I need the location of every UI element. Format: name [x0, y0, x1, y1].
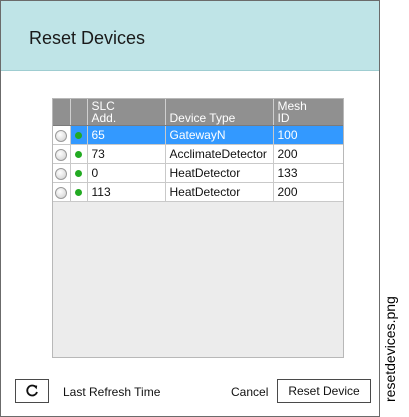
device-type-cell: GatewayN [165, 125, 274, 145]
reset-device-button[interactable]: Reset Device [277, 379, 371, 403]
slc-column-header[interactable]: SLC Add. [87, 99, 166, 126]
status-dot-icon [75, 151, 82, 159]
table-body: 65 GatewayN 100 73 AcclimateDetector 200 0 Heat… [53, 125, 343, 202]
device-type-cell: HeatDetector [165, 182, 274, 202]
row-radio-cell[interactable] [53, 144, 71, 164]
devices-table: SLC Add. Device Type Mesh ID 65 GatewayN 1… [53, 99, 343, 202]
last-refresh-time-label: Last Refresh Time [63, 385, 161, 399]
row-radio-cell[interactable] [53, 125, 71, 145]
mesh-header-line2: ID [277, 111, 290, 125]
radio-column-header [53, 99, 71, 126]
device-type-column-header[interactable]: Device Type [165, 99, 274, 126]
slc-address-cell: 113 [87, 182, 166, 202]
devices-grid: SLC Add. Device Type Mesh ID 65 GatewayN 1… [52, 98, 344, 358]
dialog-header: Reset Devices [1, 1, 379, 71]
table-row[interactable]: 65 GatewayN 100 [53, 125, 343, 145]
mesh-id-cell: 200 [273, 144, 343, 164]
row-status-cell [70, 125, 88, 145]
slc-address-cell: 73 [87, 144, 166, 164]
image-caption: resetdevices.png [382, 296, 398, 402]
row-status-cell [70, 144, 88, 164]
slc-header-line2: Add. [91, 111, 117, 125]
slc-address-cell: 65 [87, 125, 166, 145]
slc-address-cell: 0 [87, 163, 166, 183]
reset-devices-dialog: Reset Devices SLC Add. Device Type Mesh … [0, 0, 380, 417]
device-type-cell: AcclimateDetector [165, 144, 274, 164]
row-select-radio[interactable] [55, 148, 68, 161]
row-status-cell [70, 182, 88, 202]
row-select-radio[interactable] [55, 167, 68, 180]
status-dot-icon [75, 132, 82, 140]
status-dot-icon [75, 189, 82, 197]
refresh-button[interactable] [15, 379, 49, 403]
row-select-radio[interactable] [55, 129, 68, 142]
row-radio-cell[interactable] [53, 182, 71, 202]
mesh-id-column-header[interactable]: Mesh ID [273, 99, 343, 126]
mesh-id-cell: 100 [273, 125, 343, 145]
status-column-header [70, 99, 88, 126]
table-row[interactable]: 0 HeatDetector 133 [53, 163, 343, 183]
refresh-icon [26, 384, 38, 397]
status-dot-icon [75, 170, 82, 178]
cancel-button[interactable]: Cancel [231, 385, 268, 399]
row-status-cell [70, 163, 88, 183]
table-row[interactable]: 113 HeatDetector 200 [53, 182, 343, 202]
device-type-cell: HeatDetector [165, 163, 274, 183]
table-header-row: SLC Add. Device Type Mesh ID [53, 99, 343, 126]
dialog-title: Reset Devices [29, 28, 146, 48]
table-row[interactable]: 73 AcclimateDetector 200 [53, 144, 343, 164]
mesh-id-cell: 133 [273, 163, 343, 183]
mesh-id-cell: 200 [273, 182, 343, 202]
row-radio-cell[interactable] [53, 163, 71, 183]
row-select-radio[interactable] [55, 186, 68, 199]
